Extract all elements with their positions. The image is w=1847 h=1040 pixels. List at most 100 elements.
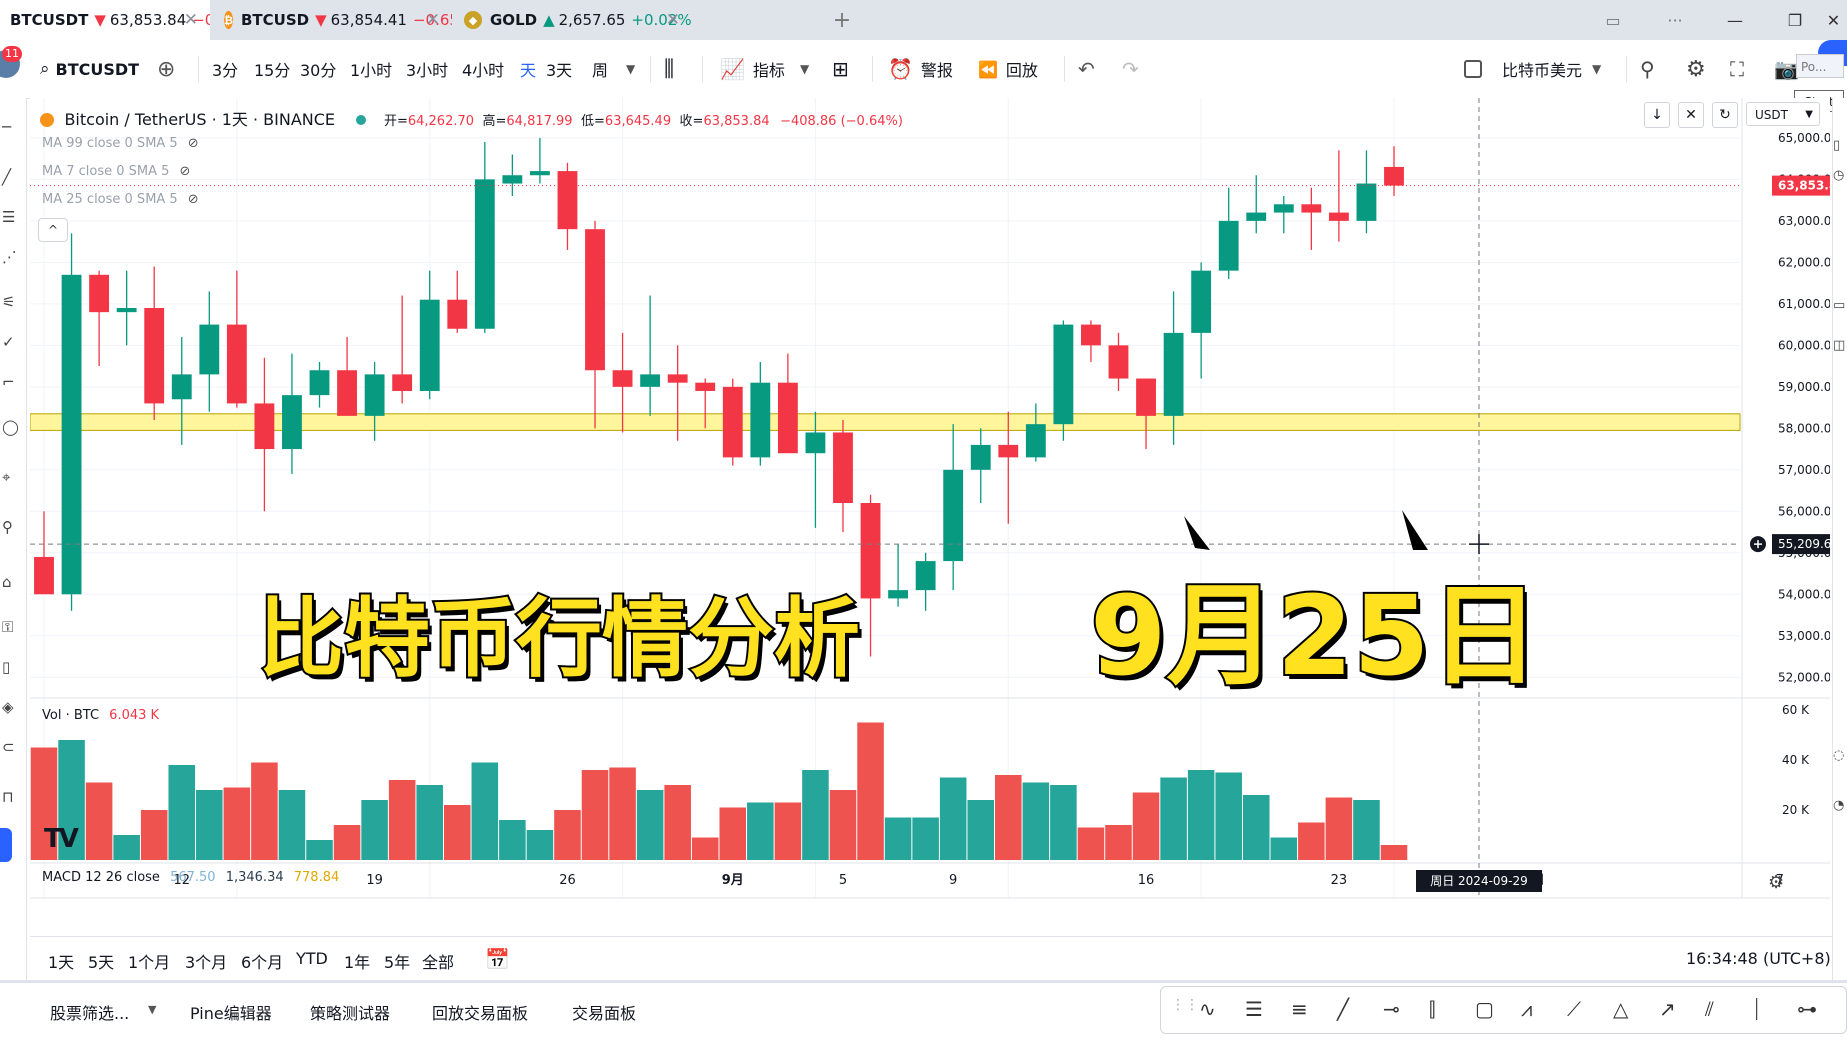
interval-1[interactable]: 15分 xyxy=(254,40,290,98)
interval-8[interactable]: 周 xyxy=(592,40,608,98)
range-button-3[interactable]: 3个月 xyxy=(185,949,227,973)
candle-body[interactable] xyxy=(915,561,936,591)
range-button-2[interactable]: 1个月 xyxy=(128,949,170,973)
candle-body[interactable] xyxy=(89,274,110,313)
drag-handle-icon[interactable]: ⋮⋮ xyxy=(1171,997,1199,1013)
candle-body[interactable] xyxy=(34,556,54,595)
volume-bar[interactable] xyxy=(333,825,361,860)
fib-fan-icon[interactable]: ☰ xyxy=(1245,997,1263,1021)
trendline-icon[interactable]: ╱ xyxy=(1337,997,1349,1021)
crosshair-tool-icon[interactable]: ─ xyxy=(2,118,11,136)
candle-body[interactable] xyxy=(1108,345,1129,379)
candle-body[interactable] xyxy=(337,370,357,416)
lock-tool-icon[interactable]: ⚿ xyxy=(2,618,13,636)
undo-icon[interactable]: ↶ xyxy=(1078,40,1095,98)
candle-body[interactable] xyxy=(1273,204,1294,213)
volume-bar[interactable] xyxy=(912,817,939,861)
candle-body[interactable] xyxy=(282,395,302,450)
candle-body[interactable] xyxy=(612,370,633,387)
alerts-button[interactable]: ⏰ 警报 xyxy=(888,40,953,98)
trendline-tool-icon[interactable]: ╱ xyxy=(2,168,11,186)
volume-legend[interactable]: Vol · BTC 6.043 K xyxy=(42,708,159,723)
indicators-button[interactable]: 📈 指标 xyxy=(720,40,785,98)
vertical-line-icon[interactable]: ⏐ xyxy=(1751,997,1762,1021)
curve-tool-icon[interactable]: ∿ xyxy=(1199,997,1216,1021)
clock[interactable]: 16:34:48 (UTC+8) xyxy=(1686,949,1831,968)
volume-bar[interactable] xyxy=(636,790,664,860)
close-icon[interactable]: ✕ xyxy=(666,10,680,30)
candle-body[interactable] xyxy=(998,444,1019,458)
interval-3[interactable]: 1小时 xyxy=(350,40,392,98)
volume-bar[interactable] xyxy=(1022,782,1050,861)
triangle-icon[interactable]: △ xyxy=(1613,997,1628,1021)
volume-bar[interactable] xyxy=(1215,772,1242,861)
range-button-5[interactable]: YTD xyxy=(296,949,328,968)
chevron-down-icon[interactable]: ▼ xyxy=(800,40,809,98)
volume-bar[interactable] xyxy=(774,802,802,861)
candle-body[interactable] xyxy=(309,370,330,396)
volume-bar[interactable] xyxy=(278,790,306,860)
candle-body[interactable] xyxy=(474,179,495,329)
volume-bar[interactable] xyxy=(857,722,884,861)
reset-icon[interactable]: ↻ xyxy=(1712,102,1738,128)
volume-bar[interactable] xyxy=(140,810,168,860)
templates-icon[interactable]: ⊞ xyxy=(832,40,849,98)
fullscreen-icon[interactable]: ⛶ xyxy=(1730,40,1744,98)
restore-icon[interactable]: ❐ xyxy=(1780,0,1810,40)
volume-bar[interactable] xyxy=(1050,785,1077,860)
range-button-6[interactable]: 1年 xyxy=(344,949,370,973)
ma99-legend[interactable]: MA 99 close 0 SMA 5 ⊘ xyxy=(42,136,199,151)
interval-2[interactable]: 30分 xyxy=(300,40,336,98)
fib-tool-icon[interactable]: ☰ xyxy=(2,208,15,226)
volume-bar[interactable] xyxy=(829,790,857,860)
interval-0[interactable]: 3分 xyxy=(212,40,238,98)
candle-body[interactable] xyxy=(1025,424,1046,458)
bottom-tab-0[interactable]: 股票筛选... xyxy=(50,1000,129,1024)
macd-legend[interactable]: MACD 12 26 close 567.50 1,346.34 778.84 xyxy=(42,870,339,885)
candle-body[interactable] xyxy=(1191,270,1212,333)
chevron-down-icon[interactable]: ▼ xyxy=(148,1003,156,1016)
candle-body[interactable] xyxy=(447,299,468,329)
long-position-icon[interactable]: ⫿ xyxy=(1429,997,1435,1021)
tab-gold[interactable]: ◆ GOLD ▲ 2,657.65 +0.02% ✕ xyxy=(452,0,692,40)
volume-bar[interactable] xyxy=(1187,770,1215,860)
compare-add-icon[interactable]: ⊕ xyxy=(157,40,175,98)
candle-body[interactable] xyxy=(1081,324,1101,346)
volume-bar[interactable] xyxy=(1160,777,1187,861)
candle-body[interactable] xyxy=(254,403,275,450)
price-unit-selector[interactable]: USDT ▼ xyxy=(1746,102,1820,126)
volume-bar[interactable] xyxy=(499,820,526,860)
candle-body[interactable] xyxy=(392,374,413,391)
lock-icon[interactable]: ⊂ xyxy=(2,738,15,756)
volume-bar[interactable] xyxy=(361,800,388,860)
candle-body[interactable] xyxy=(833,432,853,503)
volume-bar[interactable] xyxy=(802,770,829,860)
window-close-icon[interactable]: ✕ xyxy=(1820,0,1847,40)
hide-tool-icon[interactable]: ▯ xyxy=(2,658,10,676)
candle-body[interactable] xyxy=(695,382,716,391)
candle-body[interactable] xyxy=(226,324,247,404)
volume-bar[interactable] xyxy=(113,835,140,860)
volume-bar[interactable] xyxy=(85,782,113,861)
horizontal-line-icon[interactable]: ⊶ xyxy=(1797,997,1817,1021)
volume-bar[interactable] xyxy=(1325,797,1353,861)
currency-selector[interactable]: 比特币美元 ▼ xyxy=(1464,40,1601,98)
candle-body[interactable] xyxy=(1163,332,1184,416)
arrow-line-icon[interactable]: ↗ xyxy=(1659,997,1676,1021)
parallel-lines-icon[interactable]: ≡ xyxy=(1291,997,1308,1021)
candle-body[interactable] xyxy=(1218,220,1239,271)
volume-bar[interactable] xyxy=(1242,795,1270,860)
channel-icon[interactable]: ⫽ xyxy=(1705,997,1714,1021)
chart-settings-icon[interactable]: ⚙ xyxy=(1768,872,1784,893)
magnet-tool-icon[interactable]: ⌂ xyxy=(2,573,12,591)
volume-bar[interactable] xyxy=(609,767,636,861)
volume-bar[interactable] xyxy=(1132,792,1160,861)
candle-body[interactable] xyxy=(116,308,137,313)
collapse-icon[interactable]: ✕ xyxy=(1678,102,1704,128)
volume-bar[interactable] xyxy=(1380,845,1408,860)
volume-bar[interactable] xyxy=(1105,825,1132,860)
candle-body[interactable] xyxy=(61,274,82,595)
ma25-legend[interactable]: MA 25 close 0 SMA 5 ⊘ xyxy=(42,192,199,207)
interval-4[interactable]: 3小时 xyxy=(406,40,448,98)
volume-bar[interactable] xyxy=(168,765,196,860)
